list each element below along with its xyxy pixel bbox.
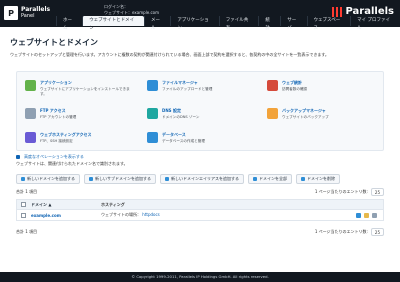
header-hosting: ホスティング: [101, 201, 125, 207]
nav-home[interactable]: ホーム: [56, 16, 82, 31]
nav-server[interactable]: サーバ: [280, 16, 306, 31]
gear-icon[interactable]: [372, 212, 377, 218]
hosting-info: ウェブサイトの場所： httpdocs: [99, 212, 333, 218]
page-description: ウェブサイトのセットアップと管理を行います。アカウントに複数の契約が関連付けられ…: [10, 52, 329, 57]
tile-title: アプリケーション: [40, 80, 72, 85]
all-domains-label: ドメインを全部: [259, 176, 287, 181]
top-nav: ホーム ウェブサイトとドメイン メール アプリケーション ファイル共有 統計 サ…: [56, 16, 400, 31]
hosting-label: ウェブサイトの場所：: [101, 212, 141, 217]
tile-title: ファイルマネージャ: [162, 80, 198, 85]
top-header: P Parallels Panel ログイン名： ウェブサイト：example.…: [0, 0, 400, 31]
page-size-control: 1 ページ当たりのエントリ数: 25: [315, 188, 384, 196]
tile-title: ウェブホスティングアクセス: [40, 132, 92, 137]
tile-web-stats[interactable]: ウェブ統計 訪問者数の確認: [267, 80, 377, 108]
add-icon: [21, 177, 25, 181]
table-footer-bar: 合計 1 項目 1 ページ当たりのエントリ数: 25: [16, 227, 384, 237]
bottom-total-items: 合計 1 項目: [16, 229, 38, 234]
add-subdomain-button[interactable]: 新しいサブドメインを追加する: [84, 174, 156, 184]
edit-icon[interactable]: [356, 212, 361, 218]
nav-mail[interactable]: メール: [144, 16, 170, 31]
add-domain-label: 新しいドメインを追加する: [27, 176, 75, 181]
nav-file-sharing[interactable]: ファイル共有: [218, 16, 259, 31]
row-actions: [333, 212, 383, 218]
nav-statistics[interactable]: 統計: [258, 16, 280, 31]
all-domains-button[interactable]: ドメインを全部: [248, 174, 292, 184]
nav-webspace[interactable]: ウェブスペース: [306, 16, 351, 31]
tile-desc: ファイルのアップロードと管理: [162, 87, 213, 91]
chevron-right-icon: [16, 155, 20, 159]
bottom-page-size-control: 1 ページ当たりのエントリ数: 25: [315, 228, 384, 236]
brand-text: Parallels Panel: [21, 6, 50, 20]
parallels-bars-icon: [332, 6, 343, 17]
nav-websites-domains[interactable]: ウェブサイトとドメイン: [82, 16, 144, 31]
page-size-label: 1 ページ当たりのエントリ数:: [314, 189, 368, 194]
add-subdomain-label: 新しいサブドメインを追加する: [95, 176, 151, 181]
total-items: 合計 1 項目: [16, 189, 38, 194]
domains-icon: [253, 177, 257, 181]
remove-domain-label: ドメインを削除: [307, 176, 335, 181]
nav-applications[interactable]: アプリケーション: [170, 16, 218, 31]
brand: P Parallels Panel: [4, 5, 50, 21]
tile-title: バックアップマネージャ: [282, 108, 326, 113]
tile-title: ウェブ統計: [282, 80, 302, 85]
dns-icon: [147, 108, 158, 119]
row-select-cell: [17, 212, 29, 218]
applications-icon: [25, 80, 36, 91]
show-advanced-label: 高度なオペレーションを表示する: [24, 154, 84, 159]
domain-link[interactable]: example.com: [29, 213, 99, 218]
info-text: ウェブサイトは、関連付けられたドメイン名で識別されます。: [16, 161, 128, 166]
backup-icon: [267, 108, 278, 119]
tile-desc: FTP、SSH 接続設定: [40, 139, 73, 143]
tile-databases[interactable]: データベース データベースの作成と管理: [147, 132, 257, 160]
web-stats-icon: [267, 80, 278, 91]
main-content: ウェブサイトとドメイン ウェブサイトのセットアップと管理を行います。アカウントに…: [0, 27, 400, 272]
remove-domain-button[interactable]: ドメインを削除: [296, 174, 340, 184]
row-checkbox[interactable]: [20, 212, 26, 218]
tile-desc: ドメインのDNS ゾーン: [162, 115, 200, 119]
tile-desc: 訪問者数の確認: [282, 87, 308, 91]
add-icon: [89, 177, 93, 181]
tile-desc: ウェブサイトのバックアップ: [282, 115, 329, 119]
add-domain-button[interactable]: 新しいドメインを追加する: [16, 174, 80, 184]
tile-desc: データベースの作成と管理: [162, 139, 205, 143]
select-all-checkbox[interactable]: [20, 202, 26, 207]
header-domain[interactable]: ドメイン ▲: [29, 202, 99, 208]
hosting-link[interactable]: httpdocs: [142, 212, 159, 217]
domains-toolbar: 新しいドメインを追加する 新しいサブドメインを追加する 新しいドメインエイリアス…: [16, 173, 384, 185]
table-header-bar: 合計 1 項目 1 ページ当たりのエントリ数: 25: [16, 187, 384, 197]
nav-profile[interactable]: マイ プロファイル: [350, 16, 400, 31]
tile-desc: FTP アカウントの管理: [40, 115, 77, 119]
hosting-access-icon: [25, 132, 36, 143]
table-row: example.com ウェブサイトの場所： httpdocs: [17, 210, 383, 220]
bottom-page-size-select[interactable]: 25: [370, 228, 384, 236]
tools-panel: アプリケーション ウェブサイトにアプリケーションをインストールできます。 ファイ…: [16, 71, 384, 151]
tile-backup[interactable]: バックアップマネージャ ウェブサイトのバックアップ: [267, 108, 377, 136]
tile-applications[interactable]: アプリケーション ウェブサイトにアプリケーションをインストールできます。: [25, 80, 135, 108]
domains-table: ドメイン ▲ ホスティング example.com ウェブサイトの場所： htt…: [16, 199, 384, 221]
parallels-logo-icon: P: [4, 6, 18, 20]
remove-icon: [301, 177, 305, 181]
footer: © Copyright 1999-2011, Parallels IP Hold…: [0, 272, 400, 282]
tile-file-manager[interactable]: ファイルマネージャ ファイルのアップロードと管理: [147, 80, 257, 108]
select-all-cell: [17, 202, 29, 207]
tile-title: DNS 設定: [162, 108, 181, 113]
show-advanced-operations[interactable]: 高度なオペレーションを表示する: [16, 154, 84, 160]
add-domain-alias-label: 新しいドメインエイリアスを追加する: [171, 176, 239, 181]
folder-icon[interactable]: [364, 212, 369, 218]
file-manager-icon: [147, 80, 158, 91]
bottom-page-size-label: 1 ページ当たりのエントリ数:: [314, 229, 368, 234]
tile-desc: ウェブサイトにアプリケーションをインストールできます。: [40, 87, 130, 96]
add-icon: [165, 177, 169, 181]
page-size-select[interactable]: 25: [370, 188, 384, 196]
add-domain-alias-button[interactable]: 新しいドメインエイリアスを追加する: [160, 174, 244, 184]
tile-title: データベース: [162, 132, 186, 137]
table-header-row: ドメイン ▲ ホスティング: [17, 200, 383, 210]
databases-icon: [147, 132, 158, 143]
page-title: ウェブサイトとドメイン: [10, 38, 98, 47]
ftp-icon: [25, 108, 36, 119]
brand-title: Parallels: [21, 6, 51, 13]
brand-subtitle: Panel: [21, 13, 35, 19]
tile-title: FTP アクセス: [40, 108, 66, 113]
login-info: ログイン名： ウェブサイト：example.com: [104, 4, 159, 16]
